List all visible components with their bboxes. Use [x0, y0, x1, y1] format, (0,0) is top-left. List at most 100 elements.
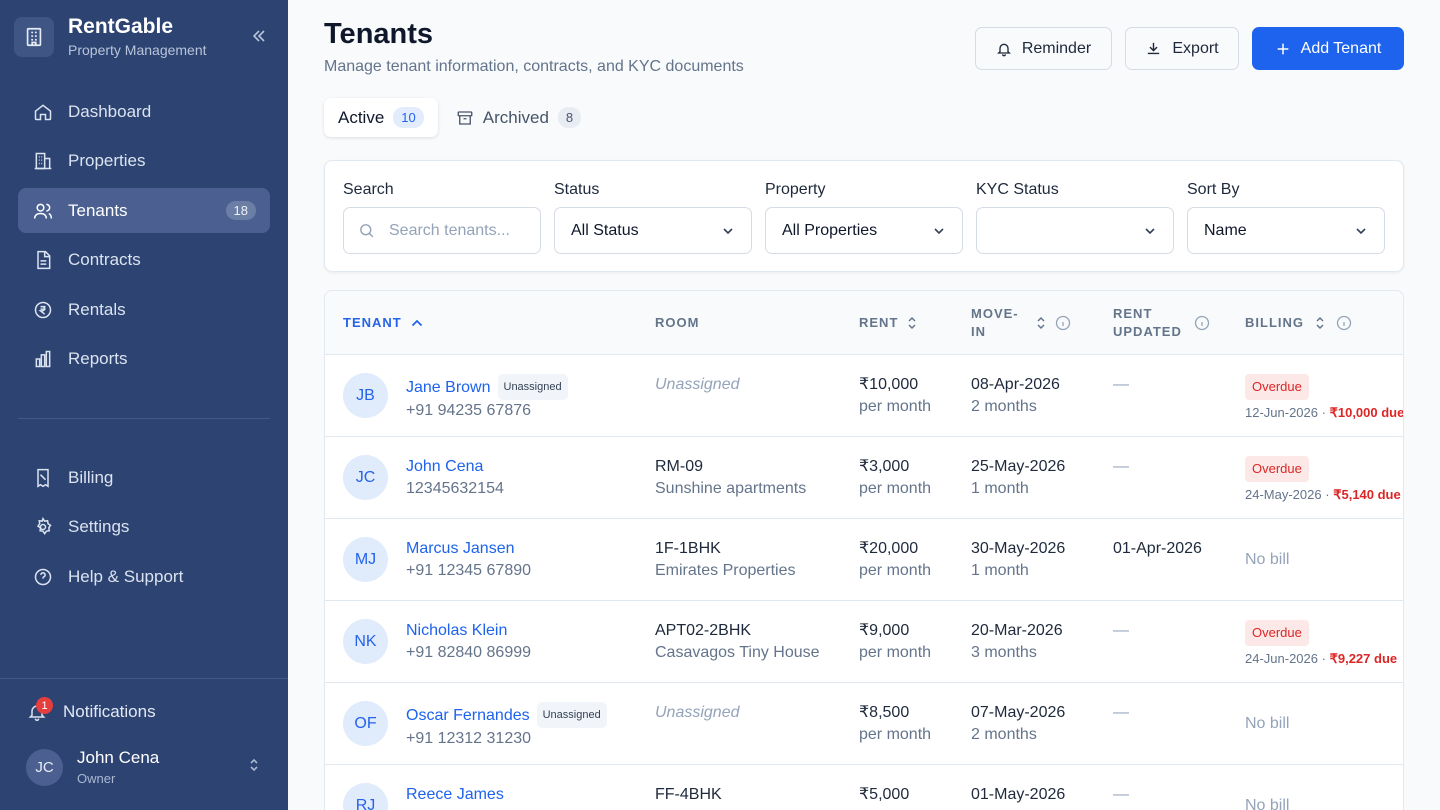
sidebar-item-contracts[interactable]: Contracts: [18, 238, 270, 283]
status-badge: Overdue: [1245, 374, 1309, 400]
tenancy-duration: 2 months: [971, 398, 1037, 415]
table-row[interactable]: MJ Marcus Jansen +91 12345 67890 1F-1BHK…: [325, 519, 1403, 601]
tenancy-duration: 3 months: [971, 644, 1037, 661]
billing-status: No bill: [1245, 551, 1290, 568]
tenant-name-link[interactable]: Reece James: [406, 786, 504, 803]
plus-icon: [1275, 41, 1291, 57]
billing-status: No bill: [1245, 797, 1290, 810]
column-label-line: MOVE-: [971, 306, 1019, 321]
status-select[interactable]: All Status: [554, 207, 752, 254]
sidebar-item-rentals[interactable]: Rentals: [18, 287, 270, 332]
room-value: Unassigned: [655, 704, 740, 721]
status-badge: Overdue: [1245, 456, 1309, 482]
chevrons-left-icon: [252, 30, 265, 42]
property-select[interactable]: All Properties: [765, 207, 963, 254]
page-title: Tenants: [324, 18, 434, 50]
info-icon[interactable]: [1055, 315, 1071, 331]
tab-archived[interactable]: Archived 8: [442, 98, 595, 137]
download-icon: [1145, 40, 1162, 57]
sidebar-item-tenants[interactable]: Tenants 18: [18, 188, 270, 234]
rent-updated-value: —: [1113, 458, 1129, 475]
avatar: OF: [343, 701, 388, 746]
building-icon: [32, 150, 54, 172]
sidebar-item-reports[interactable]: Reports: [18, 337, 270, 382]
sort-label: Sort By: [1187, 181, 1240, 198]
nav-divider: [18, 418, 270, 419]
tab-count-badge: 8: [557, 107, 582, 128]
sidebar-item-help[interactable]: Help & Support: [18, 554, 270, 599]
column-move-in[interactable]: MOVE- IN: [971, 291, 1071, 355]
add-tenant-label: Add Tenant: [1300, 39, 1382, 57]
column-billing[interactable]: BILLING: [1245, 291, 1352, 355]
sidebar-item-billing[interactable]: Billing: [18, 455, 270, 500]
user-name: John Cena: [77, 748, 160, 767]
move-in-date: 30-May-2026: [971, 540, 1066, 557]
tenant-name-link[interactable]: Jane Brown: [406, 379, 491, 396]
tab-bar: Active 10 Archived 8: [324, 98, 595, 137]
avatar: RJ: [343, 783, 388, 810]
sidebar-item-properties[interactable]: Properties: [18, 139, 270, 184]
property-filter: Property All Properties: [765, 181, 963, 254]
chevron-down-icon: [721, 224, 735, 238]
kyc-select[interactable]: [976, 207, 1174, 254]
tenant-name-link[interactable]: Nicholas Klein: [406, 622, 507, 639]
collapse-sidebar-button[interactable]: [248, 26, 270, 46]
table-row[interactable]: RJ Reece James FF-4BHK ₹5,000 01-May-202…: [325, 765, 1403, 810]
table-row[interactable]: JB Jane Brown Unassigned +91 94235 67876 …: [325, 355, 1403, 437]
brand[interactable]: RentGable Property Management: [14, 16, 207, 58]
kyc-label: KYC Status: [976, 181, 1059, 198]
column-rent[interactable]: RENT: [859, 291, 918, 355]
search-input[interactable]: Search tenants...: [343, 207, 541, 254]
table-row[interactable]: JC John Cena 12345632154 RM-09 Sunshine …: [325, 437, 1403, 519]
sidebar-item-label: Tenants: [68, 200, 128, 220]
sort-select[interactable]: Name: [1187, 207, 1385, 254]
tenant-name-link[interactable]: Marcus Jansen: [406, 540, 515, 557]
status-label: Status: [554, 181, 600, 198]
rent-amount: ₹9,000: [859, 622, 910, 639]
tab-active[interactable]: Active 10: [324, 98, 438, 137]
rent-period: per month: [859, 726, 932, 743]
tenant-phone: +91 94235 67876: [406, 402, 532, 419]
avatar: MJ: [343, 537, 388, 582]
sidebar-item-settings[interactable]: Settings: [18, 505, 270, 550]
rent-amount: ₹3,000: [859, 458, 910, 475]
archive-icon: [456, 109, 474, 127]
gear-icon: [32, 516, 54, 538]
user-menu[interactable]: JC John Cena Owner: [26, 748, 270, 786]
column-tenant[interactable]: TENANT: [343, 291, 424, 355]
brand-name: RentGable: [68, 15, 174, 38]
filter-panel: Search Search tenants... Status All Stat…: [324, 160, 1404, 272]
rent-updated-value: —: [1113, 376, 1129, 393]
tenancy-duration: 2 months: [971, 726, 1037, 743]
info-icon[interactable]: [1336, 315, 1352, 331]
info-icon[interactable]: [1194, 315, 1210, 331]
tenant-name-link[interactable]: John Cena: [406, 458, 483, 475]
table-row[interactable]: OF Oscar Fernandes Unassigned +91 12312 3…: [325, 683, 1403, 765]
sort-value: Name: [1204, 221, 1247, 239]
room-value: Unassigned: [655, 376, 740, 393]
export-button[interactable]: Export: [1125, 27, 1239, 70]
status-badge: Overdue: [1245, 620, 1309, 646]
sidebar-item-dashboard[interactable]: Dashboard: [18, 89, 270, 134]
add-tenant-button[interactable]: Add Tenant: [1252, 27, 1404, 70]
bell-icon: [996, 41, 1012, 57]
chevron-down-icon: [932, 224, 946, 238]
sort-icon: [1314, 316, 1326, 330]
tenant-name-link[interactable]: Oscar Fernandes: [406, 707, 530, 724]
rent-amount: ₹8,500: [859, 704, 910, 721]
home-icon: [32, 101, 54, 123]
billing-due-amount: ₹5,140 due: [1333, 487, 1401, 502]
notifications-button[interactable]: 1 Notifications: [26, 697, 156, 724]
main-nav: Dashboard Properties Tenants 18 Contract…: [18, 89, 270, 387]
rupee-icon: [32, 299, 54, 321]
rent-period: per month: [859, 480, 932, 497]
billing-separator: ·: [1321, 651, 1326, 666]
main-content: Tenants Manage tenant information, contr…: [288, 0, 1440, 810]
bell-icon: 1: [26, 697, 53, 724]
reminder-button[interactable]: Reminder: [975, 27, 1112, 70]
notifications-label: Notifications: [63, 702, 156, 721]
unassigned-badge: Unassigned: [536, 702, 607, 728]
users-icon: [32, 200, 54, 222]
billing-separator: ·: [1325, 487, 1330, 502]
table-row[interactable]: NK Nicholas Klein +91 82840 86999 APT02-…: [325, 601, 1403, 683]
